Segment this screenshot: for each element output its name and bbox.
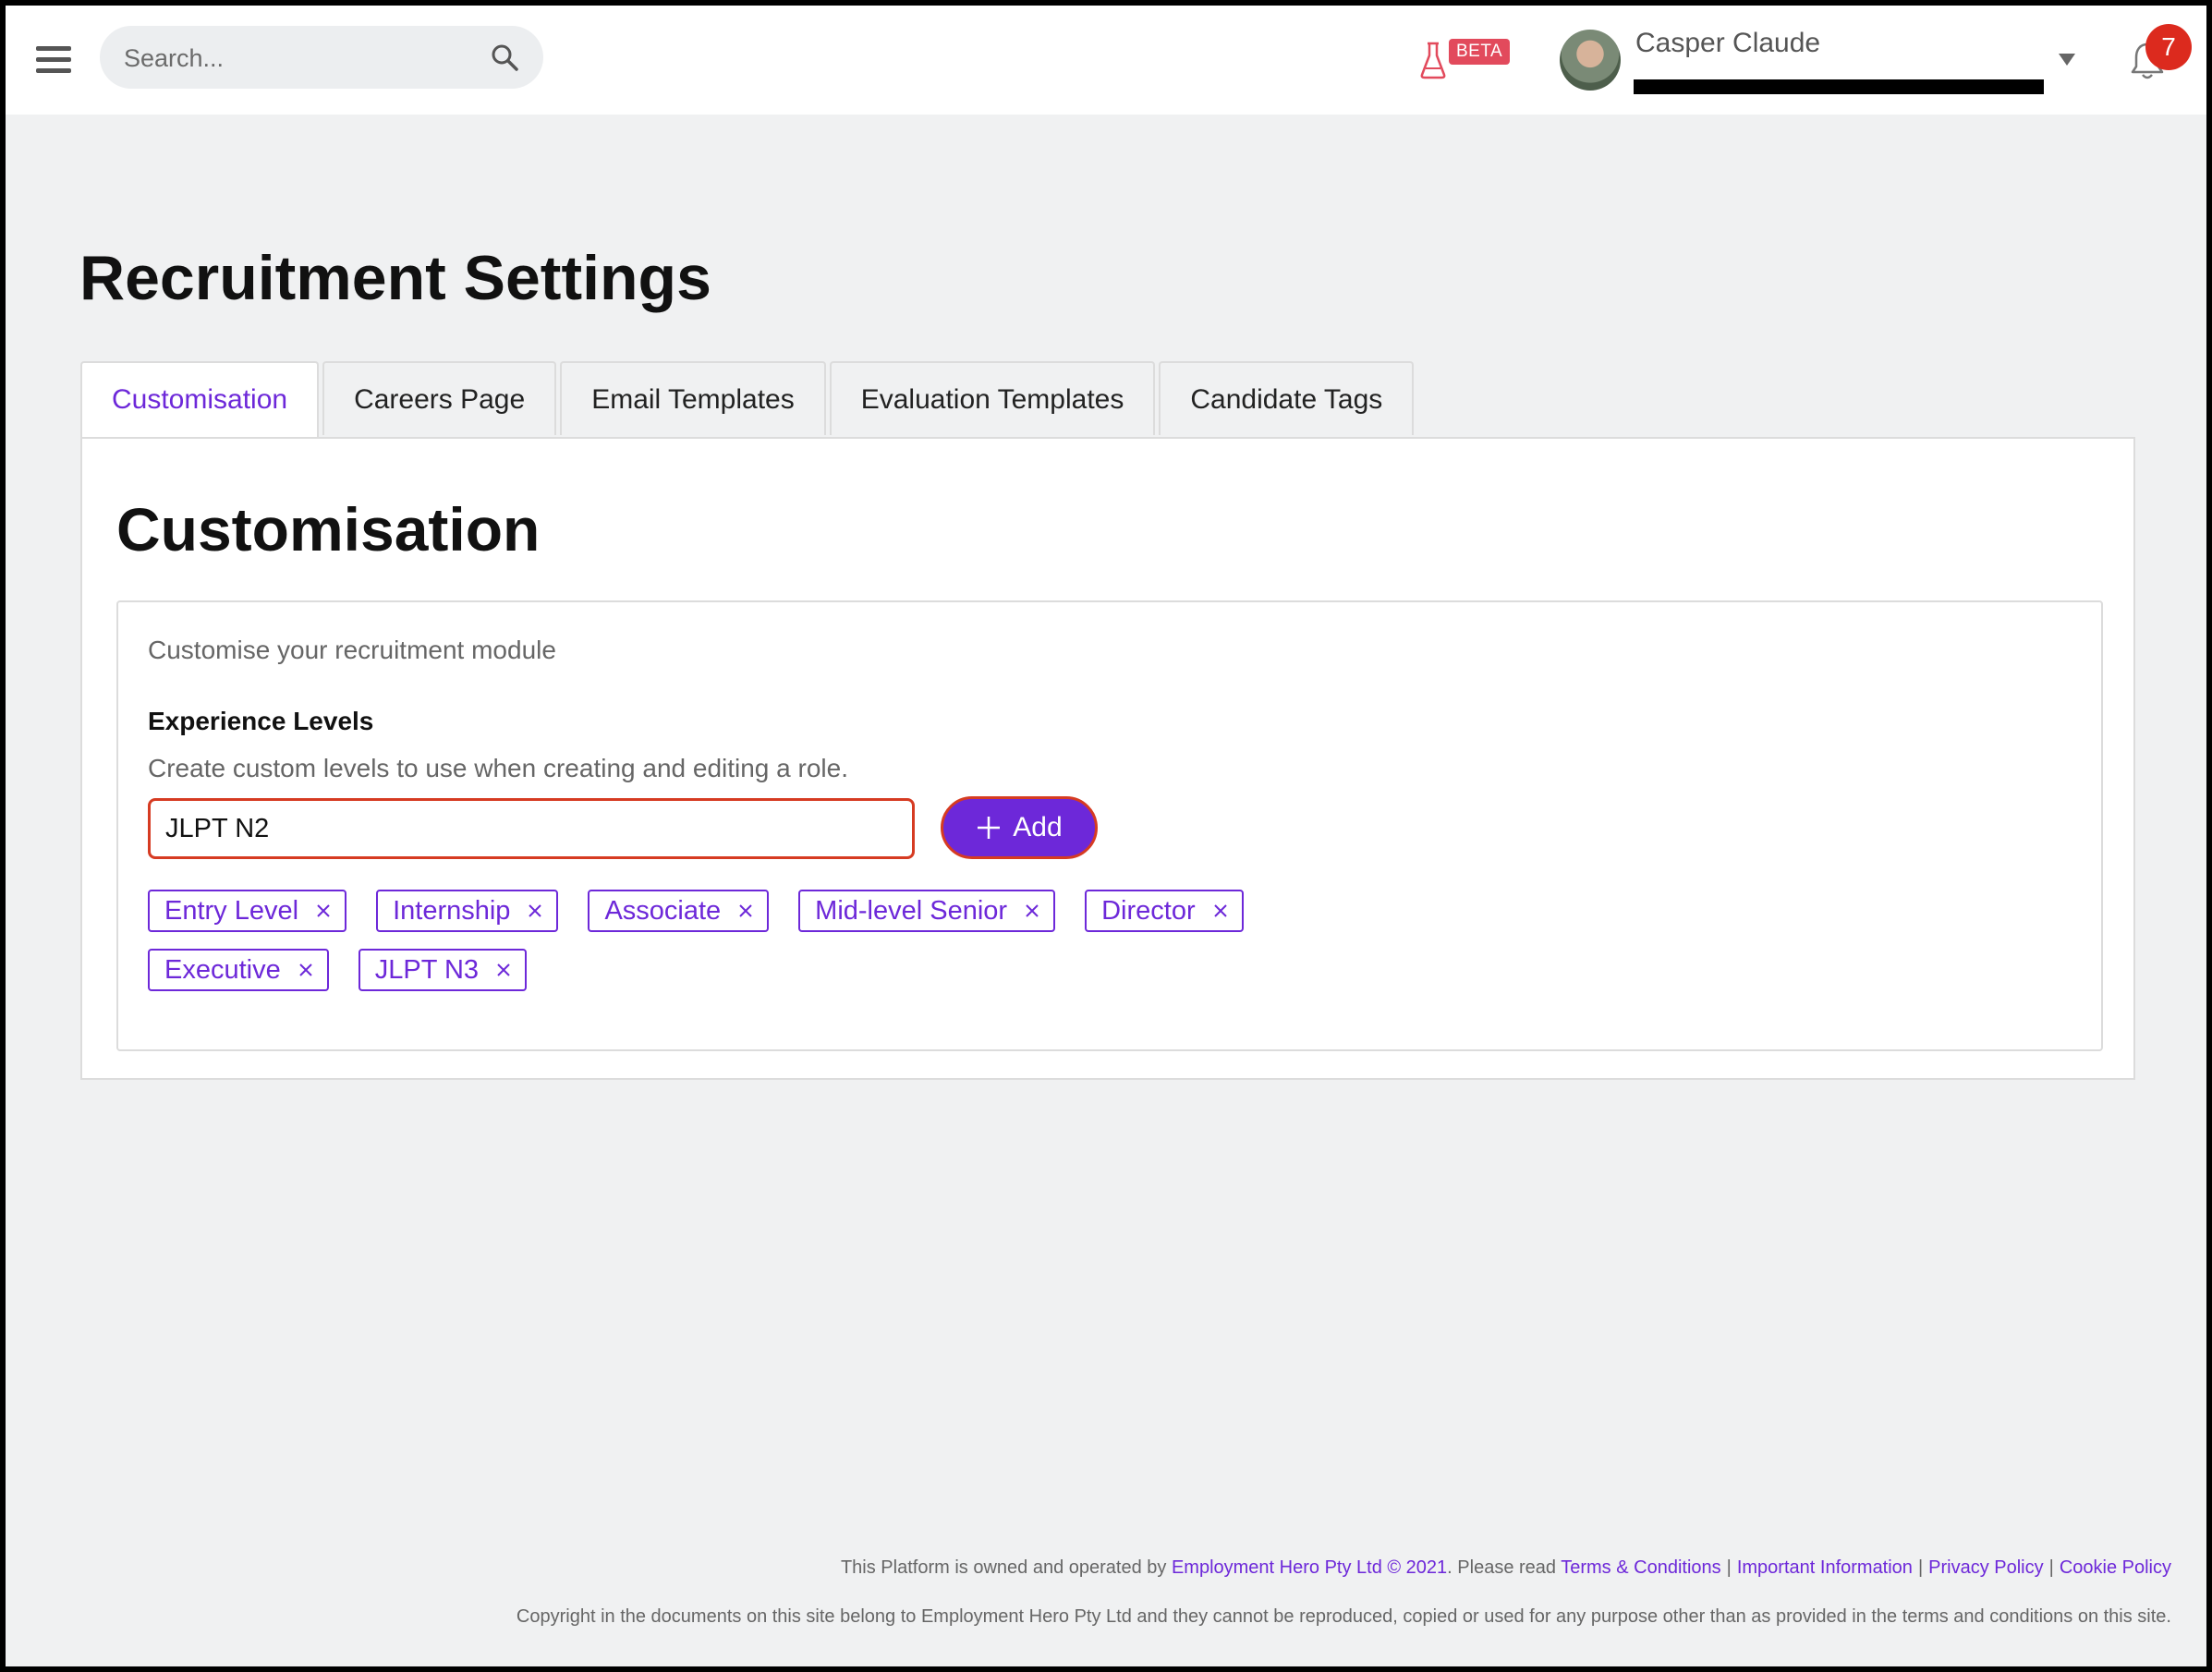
add-button-label: Add	[1013, 812, 1063, 842]
level-tag: Internship	[376, 890, 559, 932]
close-icon[interactable]	[298, 962, 314, 978]
tab-careers-page[interactable]: Careers Page	[322, 361, 557, 435]
cookie-policy-link[interactable]: Cookie Policy	[2060, 1557, 2171, 1578]
close-icon[interactable]	[737, 903, 754, 919]
privacy-policy-link[interactable]: Privacy Policy	[1928, 1557, 2043, 1578]
level-tags-row-1: Entry Level Internship Associate Mid-lev…	[148, 890, 1273, 932]
search-icon[interactable]	[490, 42, 519, 72]
add-level-button[interactable]: Add	[941, 796, 1098, 859]
search-bar	[100, 26, 543, 89]
level-tag: Mid-level Senior	[798, 890, 1056, 932]
close-icon[interactable]	[527, 903, 543, 919]
terms-link[interactable]: Terms & Conditions	[1561, 1557, 1720, 1578]
footer-copyright: Copyright in the documents on this site …	[516, 1606, 2171, 1627]
important-information-link[interactable]: Important Information	[1737, 1557, 1913, 1578]
close-icon[interactable]	[495, 962, 512, 978]
level-tag: Director	[1085, 890, 1244, 932]
level-tag: Associate	[588, 890, 770, 932]
level-tag: Executive	[148, 949, 329, 991]
level-tag-label: Internship	[393, 895, 511, 926]
beta-badge[interactable]: BETA	[1449, 39, 1511, 65]
customisation-panel: Customisation Customise your recruitment…	[80, 437, 2135, 1080]
plus-icon	[978, 817, 1001, 839]
menu-icon[interactable]	[36, 46, 71, 74]
customisation-card: Customise your recruitment module Experi…	[116, 600, 2103, 1051]
level-tag-label: Mid-level Senior	[815, 895, 1008, 926]
close-icon[interactable]	[1212, 903, 1229, 919]
tab-candidate-tags[interactable]: Candidate Tags	[1159, 361, 1415, 435]
footer-please-read: . Please read	[1447, 1557, 1557, 1578]
user-menu-caret-icon[interactable]	[2059, 54, 2075, 66]
level-tag: Entry Level	[148, 890, 347, 932]
level-tag-label: Associate	[604, 895, 722, 926]
level-tag: JLPT N3	[358, 949, 528, 991]
user-email-redacted	[1634, 79, 2044, 94]
experience-level-input[interactable]	[148, 798, 915, 859]
level-tag-label: JLPT N3	[374, 954, 480, 985]
user-name[interactable]: Casper Claude	[1635, 28, 1820, 59]
footer-owned-text: This Platform is owned and operated by	[840, 1557, 1167, 1578]
app-window: BETA Casper Claude 7 Recruitment Setting…	[6, 6, 2206, 1666]
level-tags-row-2: Executive JLPT N3	[148, 949, 556, 991]
tab-customisation[interactable]: Customisation	[80, 361, 320, 439]
tab-evaluation-templates[interactable]: Evaluation Templates	[829, 361, 1156, 435]
top-bar: BETA Casper Claude 7	[6, 6, 2206, 115]
company-link[interactable]: Employment Hero Pty Ltd © 2021	[1172, 1557, 1447, 1578]
tab-email-templates[interactable]: Email Templates	[560, 361, 826, 435]
notification-badge[interactable]: 7	[2145, 24, 2192, 70]
level-tag-label: Director	[1101, 895, 1196, 926]
level-tag-label: Entry Level	[164, 895, 299, 926]
card-description: Customise your recruitment module	[148, 636, 556, 664]
flask-icon[interactable]	[1419, 41, 1447, 79]
user-avatar[interactable]	[1560, 30, 1621, 91]
close-icon[interactable]	[315, 903, 332, 919]
level-tag-label: Executive	[164, 954, 281, 985]
search-input[interactable]	[122, 37, 477, 79]
experience-levels-help: Create custom levels to use when creatin…	[148, 754, 848, 782]
page-title: Recruitment Settings	[79, 243, 711, 313]
section-title: Customisation	[116, 495, 541, 563]
settings-tabs: Customisation Careers Page Email Templat…	[80, 361, 1417, 439]
close-icon[interactable]	[1024, 903, 1040, 919]
experience-levels-label: Experience Levels	[148, 707, 374, 735]
footer-legal-links: This Platform is owned and operated by E…	[840, 1557, 2171, 1578]
